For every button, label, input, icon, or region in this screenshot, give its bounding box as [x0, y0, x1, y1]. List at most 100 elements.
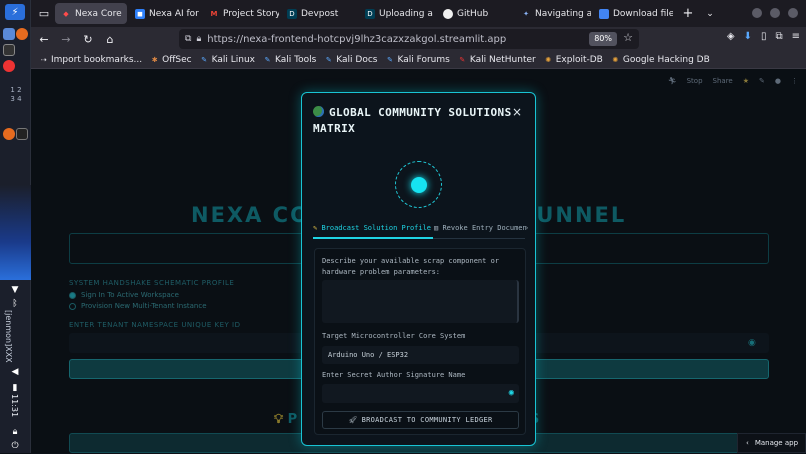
power-icon[interactable]: ⏻ [5, 438, 25, 454]
bookmark-exploit-db[interactable]: ✺ Exploit-DB [544, 55, 603, 65]
kali-menu-icon[interactable]: ⚡ [5, 4, 25, 20]
star-icon[interactable]: ★ [743, 77, 749, 85]
streamlit-page: 🏃︎ Stop Share ★ ✎ ● ⋮ NEXA CO TUNNEL SYS… [31, 69, 806, 453]
radio-provision[interactable]: Provision New Multi-Tenant Instance [69, 302, 207, 310]
close-window-button[interactable] [788, 8, 798, 18]
tab-nexa-core[interactable]: ◆ Nexa Core ✕ [55, 3, 127, 24]
tab-nexa-ai[interactable]: ◼ Nexa AI for Re [129, 3, 201, 24]
terminal-task-icon[interactable] [16, 128, 28, 140]
modal-title: GLOBAL COMMUNITY SOLUTIONS MATRIX [313, 105, 513, 137]
user-label: [jenmon]XXX [4, 310, 13, 363]
radio-signin[interactable]: Sign In To Active Workspace [69, 291, 179, 299]
import-icon: ⇢ [40, 55, 47, 64]
address-bar[interactable]: ⧉ 🔒︎ https://nexa-frontend-hotcpvj9lhz3c… [179, 29, 639, 49]
tab-label: Project Story [223, 8, 279, 19]
bookmark-label: OffSec [162, 54, 192, 65]
app-icon[interactable] [3, 60, 15, 72]
bookmark-label: Exploit-DB [555, 54, 603, 65]
more-icon[interactable]: ⋮ [791, 77, 798, 85]
broadcast-button-label: BROADCAST TO COMMUNITY LEDGER [361, 416, 493, 424]
tab-revoke[interactable]: ▥ Revoke Entry Documen [434, 224, 526, 232]
bookmark-kali-docs[interactable]: ✎ Kali Docs [324, 54, 378, 65]
bookmark-kali-nethunter[interactable]: ✎ Kali NetHunter [458, 55, 535, 65]
signature-label: Enter Secret Author Signature Name [322, 371, 466, 379]
terminal-icon[interactable] [3, 44, 15, 56]
tab-uploading[interactable]: D Uploading a d [359, 3, 435, 24]
url-text[interactable]: https://nexa-frontend-hotcpvj9lhz3cazxza… [207, 34, 506, 45]
edit-icon[interactable]: ✎ [759, 77, 765, 85]
zoom-level[interactable]: 80% [589, 32, 617, 46]
tab-broadcast[interactable]: ✎ Broadcast Solution Profile [313, 224, 434, 239]
community-solutions-modal: GLOBAL COMMUNITY SOLUTIONS MATRIX × ✎ Br… [301, 92, 536, 446]
firefox-icon[interactable] [16, 28, 28, 40]
github-icon[interactable]: ● [775, 77, 781, 85]
bookmark-offsec[interactable]: ✱ OffSec [150, 54, 192, 65]
tab-navigating[interactable]: ✦ Navigating a [515, 3, 591, 24]
bookmarks-bar: ⇢ Import bookmarks... ✱ OffSec ✎ Kali Linux… [31, 51, 806, 69]
key-label: ENTER TENANT NAMESPACE UNIQUE KEY ID [69, 321, 241, 329]
radio-label: Provision New Multi-Tenant Instance [81, 302, 207, 310]
new-tab-button[interactable]: + [679, 5, 697, 23]
share-button[interactable]: Share [713, 77, 733, 85]
bookmark-import[interactable]: ⇢ Import bookmarks... [39, 55, 143, 65]
close-icon[interactable]: × [512, 105, 522, 119]
manage-app-button[interactable]: ‹ Manage app [737, 433, 806, 453]
eye-icon[interactable]: ◉ [509, 388, 514, 398]
permissions-icon[interactable]: ⧉ [185, 34, 191, 44]
workspace-4[interactable]: 4 [17, 95, 21, 103]
pocket-icon[interactable]: ◈ [727, 31, 735, 42]
signature-input[interactable] [322, 384, 519, 403]
volume-icon[interactable]: ◀ [5, 364, 25, 380]
background-subtitle: 💡︎ P [274, 412, 297, 427]
tab-github[interactable]: GitHub [437, 3, 513, 24]
tab-download-file[interactable]: Download file [593, 3, 673, 24]
tab-list-icon[interactable]: ⌄ [701, 5, 719, 23]
nethunter-icon: ✎ [459, 55, 466, 64]
globe-icon [313, 106, 324, 117]
home-button[interactable]: ⌂ [101, 30, 119, 48]
streamlit-icon: ◆ [63, 9, 69, 18]
workspace-3[interactable]: 3 [10, 95, 14, 103]
workspace-2[interactable]: 2 [17, 86, 21, 94]
radio-dot [69, 302, 76, 310]
tab-label: Navigating a [535, 8, 591, 19]
eye-icon[interactable]: ◉ [748, 338, 756, 348]
stop-button[interactable]: Stop [687, 77, 703, 85]
broadcast-form: Describe your available scrap component … [314, 248, 526, 435]
bookmark-kali-tools[interactable]: ✎ Kali Tools [263, 55, 317, 65]
nexa-icon: ◼ [135, 8, 145, 19]
gmail-icon: M [210, 9, 218, 18]
firefox-task-icon[interactable] [3, 128, 15, 140]
tab-scroll-icon[interactable]: › [525, 224, 529, 232]
bookmark-label: Kali Docs [336, 54, 378, 65]
tab-overview-icon[interactable]: ▭ [35, 5, 53, 23]
kali-icon: ✎ [264, 55, 271, 64]
gemini-icon: ✦ [523, 9, 529, 18]
menu-icon[interactable]: ≡ [792, 31, 800, 42]
reload-button[interactable]: ↻ [79, 30, 97, 48]
tab-project-story[interactable]: M Project Story [203, 3, 279, 24]
radio-label: Sign In To Active Workspace [81, 291, 179, 299]
broadcast-button[interactable]: 🚀︎ BROADCAST TO COMMUNITY LEDGER [322, 411, 519, 429]
target-select[interactable]: Arduino Uno / ESP32 [322, 346, 519, 364]
bookmark-kali-linux[interactable]: ✎ Kali Linux [200, 55, 255, 65]
lock-icon[interactable]: 🔒︎ [196, 34, 201, 44]
downloads-icon[interactable]: ⬇ [744, 31, 752, 42]
tab-devpost[interactable]: D Devpost [281, 3, 357, 24]
bookmark-google-hacking-db[interactable]: ✺ Google Hacking DB [611, 54, 710, 65]
workspace-switcher[interactable]: 1 2 3 4 [6, 86, 26, 104]
maximize-button[interactable] [770, 8, 780, 18]
forward-button[interactable]: → [57, 30, 75, 48]
bookmark-label: Google Hacking DB [622, 54, 710, 65]
back-button[interactable]: ← [35, 30, 53, 48]
files-icon[interactable] [3, 28, 15, 40]
bookmark-kali-forums[interactable]: ✎ Kali Forums [386, 55, 450, 65]
modal-title-text: GLOBAL COMMUNITY SOLUTIONS MATRIX [313, 106, 512, 135]
reader-icon[interactable]: ▯ [761, 31, 767, 42]
extensions-icon[interactable]: ⧉ [775, 31, 782, 42]
describe-textarea[interactable] [322, 280, 519, 323]
workspace-1[interactable]: 1 [10, 86, 14, 94]
bookmark-star-icon[interactable]: ☆ [623, 31, 633, 44]
tab-bar: ▭ ◆ Nexa Core ✕ ◼ Nexa AI for Re M Proje… [31, 0, 806, 27]
minimize-button[interactable] [752, 8, 762, 18]
